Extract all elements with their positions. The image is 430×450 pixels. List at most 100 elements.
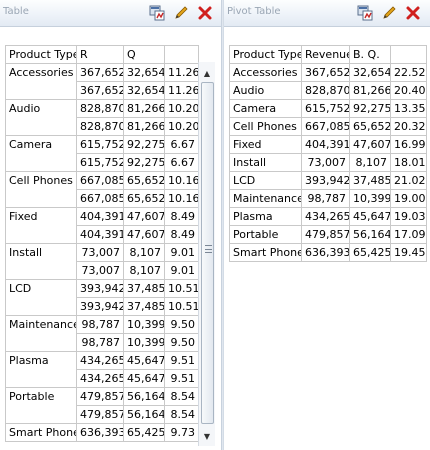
cell-ratio: 10.51 — [164, 279, 199, 298]
cell-r: 393,942 — [76, 279, 124, 298]
cell-revenue: 434,265 — [301, 207, 350, 226]
cell-r: 828,870 — [76, 99, 124, 118]
row-label-product-type: Cell Phones — [5, 171, 77, 208]
table-panel-titlebar: Table — [0, 0, 222, 27]
table-panel: Table Product Type R Q Accessories 367,6… — [0, 0, 222, 450]
cell-ratio: 8.49 — [164, 225, 199, 244]
pivot-header-row: Product Type Revenue B. Q. — [229, 45, 427, 64]
table-row: Audio 828,870 81,266 10.20 — [5, 99, 199, 136]
cell-revenue: 367,652 — [301, 63, 350, 82]
cell-ratio: 16.99 — [390, 135, 427, 154]
close-icon[interactable] — [196, 4, 214, 22]
cell-revenue: 667,085 — [301, 117, 350, 136]
pivot-row: Audio 828,870 81,266 20.40 — [229, 81, 427, 100]
column-header-ratio[interactable] — [164, 45, 199, 64]
cell-ratio: 11.26 — [164, 81, 199, 100]
row-label-product-type: Install — [5, 243, 77, 280]
cell-r: 479,857 — [76, 405, 124, 424]
cell-ratio: 8.49 — [164, 207, 199, 226]
column-header-product-type[interactable]: Product Type — [229, 45, 302, 64]
cell-revenue: 636,393 — [301, 243, 350, 262]
cell-r: 479,857 — [76, 387, 124, 406]
row-label-product-type: Maintenance — [229, 189, 302, 208]
row-label-product-type: Portable — [5, 387, 77, 424]
cell-bq: 45,647 — [349, 207, 391, 226]
column-header-revenue[interactable]: Revenue — [301, 45, 350, 64]
row-label-product-type: Plasma — [5, 351, 77, 388]
cell-ratio: 19.00 — [390, 189, 427, 208]
cell-bq: 32,654 — [349, 63, 391, 82]
cell-bq: 81,266 — [349, 81, 391, 100]
close-icon[interactable] — [404, 4, 422, 22]
table-row: Portable 479,857 56,164 8.54 — [5, 387, 199, 424]
cell-ratio: 10.20 — [164, 99, 199, 118]
column-header-q[interactable]: Q — [123, 45, 165, 64]
cell-r: 404,391 — [76, 225, 124, 244]
row-label-product-type: LCD — [229, 171, 302, 190]
cell-ratio: 6.67 — [164, 135, 199, 154]
cell-ratio: 6.67 — [164, 153, 199, 172]
cell-bq: 56,164 — [349, 225, 391, 244]
cell-q: 32,654 — [123, 81, 165, 100]
pivot-row: Accessories 367,652 32,654 22.52 — [229, 63, 427, 82]
chart-view-icon[interactable] — [148, 4, 166, 22]
cell-bq: 10,399 — [349, 189, 391, 208]
row-label-product-type: Camera — [229, 99, 302, 118]
table-row: Fixed 404,391 47,607 8.49 — [5, 207, 199, 244]
pivot-row: Fixed 404,391 47,607 16.99 — [229, 135, 427, 154]
cell-revenue: 73,007 — [301, 153, 350, 172]
cell-ratio: 18.01 — [390, 153, 427, 172]
column-header-product-type[interactable]: Product Type — [5, 45, 77, 64]
cell-ratio: 9.50 — [164, 315, 199, 334]
pivot-row: LCD 393,942 37,485 21.02 — [229, 171, 427, 190]
cell-q: 45,647 — [123, 351, 165, 370]
table-row: Plasma 434,265 45,647 9.51 — [5, 351, 199, 388]
row-label-product-type: Accessories — [229, 63, 302, 82]
cell-ratio: 19.45 — [390, 243, 427, 262]
column-header-bq[interactable]: B. Q. — [349, 45, 391, 64]
cell-r: 367,652 — [76, 81, 124, 100]
cell-q: 37,485 — [123, 297, 165, 316]
cell-revenue: 828,870 — [301, 81, 350, 100]
row-label-product-type: Maintenance — [5, 315, 77, 352]
vertical-scrollbar[interactable]: ▲ ▼ — [198, 62, 215, 446]
edit-pencil-icon[interactable] — [380, 4, 398, 22]
cell-q: 56,164 — [123, 387, 165, 406]
pivot-panel-titlebar: Pivot Table — [224, 0, 430, 27]
pivot-body: Accessories 367,652 32,654 22.52 Audio 828,87… — [229, 63, 427, 262]
cell-ratio: 17.09 — [390, 225, 427, 244]
cell-q: 65,652 — [123, 171, 165, 190]
cell-ratio: 11.26 — [164, 63, 199, 82]
cell-r: 615,752 — [76, 153, 124, 172]
cell-bq: 65,425 — [349, 243, 391, 262]
scrollbar-thumb[interactable] — [201, 82, 214, 424]
pivot-panel-toolbar — [356, 4, 422, 22]
scroll-up-arrow-icon[interactable]: ▲ — [199, 65, 215, 81]
cell-ratio: 20.32 — [390, 117, 427, 136]
row-label-product-type: Install — [229, 153, 302, 172]
cell-ratio: 9.73 — [164, 423, 199, 442]
table-header-row: Product Type R Q — [5, 45, 199, 64]
cell-bq: 92,275 — [349, 99, 391, 118]
scroll-down-arrow-icon[interactable]: ▼ — [199, 428, 215, 444]
cell-revenue: 393,942 — [301, 171, 350, 190]
cell-r: 615,752 — [76, 135, 124, 154]
cell-r: 828,870 — [76, 117, 124, 136]
cell-r: 434,265 — [76, 369, 124, 388]
cell-ratio: 9.01 — [164, 243, 199, 262]
cell-r: 73,007 — [76, 243, 124, 262]
column-header-ratio[interactable] — [390, 45, 427, 64]
column-header-r[interactable]: R — [76, 45, 124, 64]
cell-q: 10,399 — [123, 333, 165, 352]
row-label-product-type: Cell Phones — [229, 117, 302, 136]
cell-q: 8,107 — [123, 243, 165, 262]
row-label-product-type: Audio — [5, 99, 77, 136]
row-label-product-type: Accessories — [5, 63, 77, 100]
cell-ratio: 10.16 — [164, 171, 199, 190]
pivot-row: Cell Phones 667,085 65,652 20.32 — [229, 117, 427, 136]
cell-q: 81,266 — [123, 99, 165, 118]
cell-ratio: 10.20 — [164, 117, 199, 136]
pivot-row: Camera 615,752 92,275 13.35 — [229, 99, 427, 118]
edit-pencil-icon[interactable] — [172, 4, 190, 22]
chart-view-icon[interactable] — [356, 4, 374, 22]
